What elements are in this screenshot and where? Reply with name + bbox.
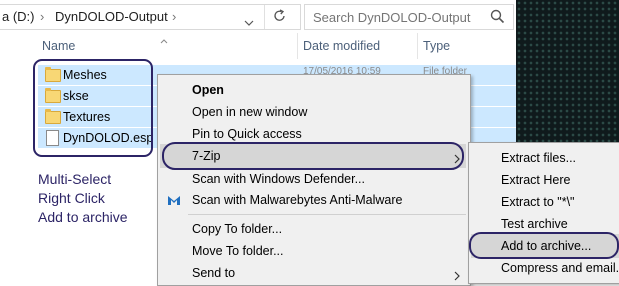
menu-item-scan-malwarebytes[interactable]: Scan with Malwarebytes Anti-Malware	[192, 193, 403, 207]
sevenzip-annotation-circle	[162, 142, 464, 170]
submenu-item-extract-to[interactable]: Extract to "*\"	[501, 195, 574, 209]
sort-arrow-icon	[160, 31, 168, 49]
column-divider[interactable]	[297, 33, 298, 59]
menu-item-pin-quick-access[interactable]: Pin to Quick access	[192, 127, 302, 141]
column-header-date[interactable]: Date modified	[303, 39, 380, 53]
submenu-item-compress-email[interactable]: Compress and email...	[501, 261, 619, 275]
breadcrumb-drive[interactable]: a (D:)	[2, 9, 35, 24]
menu-item-open[interactable]: Open	[192, 83, 224, 97]
menu-separator	[188, 214, 466, 215]
sevenzip-submenu: Extract files... Extract Here Extract to…	[468, 142, 619, 284]
menu-item-copy-to-folder[interactable]: Copy To folder...	[192, 222, 282, 236]
chevron-right-icon	[454, 268, 460, 286]
submenu-item-extract-files[interactable]: Extract files...	[501, 151, 576, 165]
menu-item-move-to-folder[interactable]: Move To folder...	[192, 244, 284, 258]
column-divider[interactable]	[417, 33, 418, 59]
column-header-type[interactable]: Type	[423, 39, 450, 53]
annotation-add-to-archive: Add to archive	[38, 209, 128, 225]
context-menu: Open Open in new window Pin to Quick acc…	[157, 74, 471, 286]
add-archive-annotation-circle	[469, 232, 619, 259]
breadcrumb-separator: ›	[172, 9, 177, 24]
breadcrumb-separator: ›	[40, 9, 45, 24]
column-header-name[interactable]: Name	[42, 39, 75, 53]
menu-item-scan-defender[interactable]: Scan with Windows Defender...	[192, 172, 365, 186]
address-bar[interactable]: a (D:) › DynDOLOD-Output ›	[0, 4, 301, 30]
chevron-down-icon[interactable]	[244, 13, 254, 31]
search-icon[interactable]	[490, 9, 505, 29]
refresh-icon[interactable]	[273, 9, 287, 28]
malwarebytes-icon	[166, 192, 182, 213]
breadcrumb-folder[interactable]: DynDOLOD-Output	[55, 9, 168, 24]
annotation-multi-select: Multi-Select	[38, 171, 112, 187]
menu-item-open-new-window[interactable]: Open in new window	[192, 105, 307, 119]
annotation-right-click: Right Click	[38, 190, 105, 206]
search-box[interactable]	[304, 4, 514, 30]
menu-item-send-to[interactable]: Send to	[192, 266, 235, 280]
divider	[264, 5, 265, 29]
selection-annotation-circle	[33, 59, 153, 157]
submenu-item-extract-here[interactable]: Extract Here	[501, 173, 570, 187]
search-input[interactable]	[311, 8, 487, 26]
submenu-item-test-archive[interactable]: Test archive	[501, 217, 568, 231]
